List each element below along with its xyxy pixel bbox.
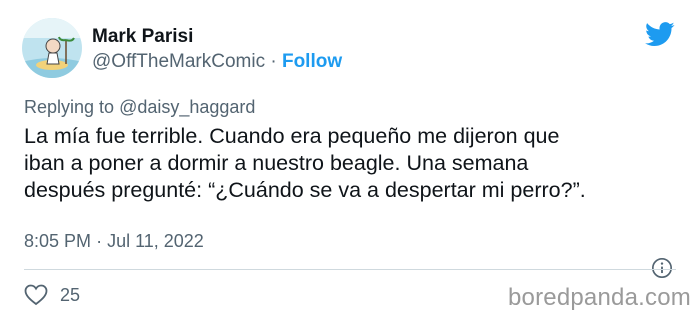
avatar[interactable] xyxy=(22,18,82,78)
tweet-time[interactable]: 8:05 PM xyxy=(24,231,91,251)
follow-button[interactable]: Follow xyxy=(282,51,342,72)
tweet-date[interactable]: Jul 11, 2022 xyxy=(107,231,204,251)
author-name[interactable]: Mark Parisi xyxy=(92,26,193,48)
replying-prefix: Replying to xyxy=(24,97,115,117)
like-button[interactable]: 25 xyxy=(24,284,80,306)
info-icon[interactable] xyxy=(651,257,673,279)
tweet-line: iban a poner a dormir a nuestro beagle. … xyxy=(24,151,529,175)
tweet-line: después pregunté: “¿Cuándo se va a despe… xyxy=(24,178,586,202)
twitter-bird-icon[interactable] xyxy=(645,22,675,47)
like-count: 25 xyxy=(60,285,81,305)
replying-to: Replying to @daisy_haggard xyxy=(24,96,255,118)
meta-separator: · xyxy=(96,231,103,251)
heart-icon[interactable] xyxy=(24,284,48,306)
watermark: boredpanda.com xyxy=(508,284,691,311)
tweet-line: La mía fue terrible. Cuando era pequeño … xyxy=(24,124,560,148)
tweet-text: La mía fue terrible. Cuando era pequeño … xyxy=(24,123,689,204)
author-handle-row: @OffTheMarkComic · Follow xyxy=(92,51,342,73)
handle-separator: · xyxy=(270,51,277,72)
divider xyxy=(24,269,676,270)
author-handle[interactable]: @OffTheMarkComic xyxy=(92,51,265,72)
replying-handle[interactable]: @daisy_haggard xyxy=(119,97,255,117)
avatar-image xyxy=(22,18,82,78)
tweet-meta[interactable]: 8:05 PM · Jul 11, 2022 xyxy=(24,230,204,252)
